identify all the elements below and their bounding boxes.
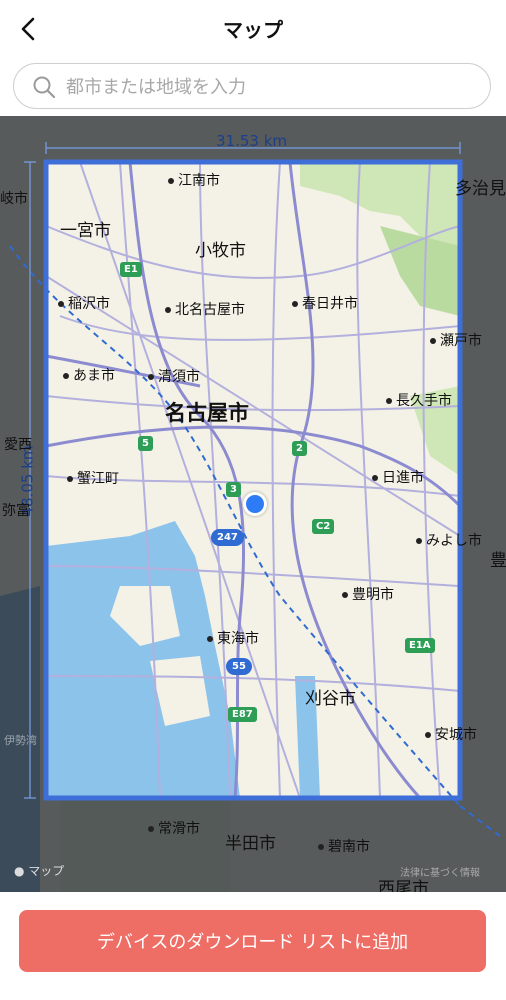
route-shield-247: 247 [211,529,244,546]
search-bar[interactable] [13,63,491,109]
map-label-inazawa: 稲沢市 [58,293,110,313]
map-label-kariya: 刈谷市 [305,689,356,709]
map-label-kitanagoya: 北名古屋市 [165,299,245,319]
current-location-marker [243,492,267,516]
map-label-edge-gifu: 岐市 [0,191,28,207]
map-label-kasugai: 春日井市 [292,293,358,313]
search-input[interactable] [64,70,478,104]
width-measurement: 31.53 km [216,132,288,150]
route-shield-55: 55 [226,658,252,675]
map-label-handa: 半田市 [225,834,276,854]
route-shield-e1: E1 [120,262,142,277]
map-label-seto: 瀬戸市 [430,330,482,350]
map-label-edge-toyota: 豊 [490,551,506,571]
search-icon [33,76,56,99]
map-label-ama: あま市 [63,365,115,385]
route-shield-5: 5 [138,436,153,451]
map-label-tajimi: 多治見 [455,179,506,199]
page-title: マップ [223,18,283,42]
map-label-hekinan: 碧南市 [318,836,370,856]
map-label-tokai: 東海市 [207,628,259,648]
map-attribution: ● マップ [14,864,65,878]
apple-logo-icon: ● [14,864,29,878]
route-shield-c2: C2 [312,519,335,534]
map-label-kiyosu: 清須市 [148,366,200,386]
map-label-edge-ise: 伊勢湾 [4,734,37,747]
map-label-aisai: 愛西 [4,437,32,453]
map-label-kanie: 蟹江町 [67,468,119,488]
route-shield-e1a: E1A [405,638,435,653]
map-label-anjo: 安城市 [425,724,477,744]
map-label-miyoshi: みよし市 [416,530,482,550]
map-label-toyoake: 豊明市 [342,584,394,604]
header-bar: マップ [0,0,506,58]
map-label-ichinomiya: 一宮市 [60,221,111,241]
map-label-nisshin: 日進市 [372,467,424,487]
route-shield-3: 3 [226,482,241,497]
map-label-nagakute: 長久手市 [386,390,452,410]
add-to-download-list-button[interactable]: デバイスのダウンロード リストに追加 [19,910,486,972]
map-label-yatomi: 弥富 [2,503,30,519]
legal-link[interactable]: 法律に基づく情報 [400,864,480,879]
map-view[interactable]: 31.53 km 48.05 km 江南市 一宮市 小牧市 稲沢市 北名古屋市 … [0,116,506,892]
route-shield-2: 2 [292,441,307,456]
map-label-konan: 江南市 [168,170,220,190]
map-label-nagoya: 名古屋市 [165,401,249,425]
route-shield-e87: E87 [228,707,257,722]
map-label-komaki: 小牧市 [195,241,246,261]
map-label-tokoname: 常滑市 [148,818,200,838]
